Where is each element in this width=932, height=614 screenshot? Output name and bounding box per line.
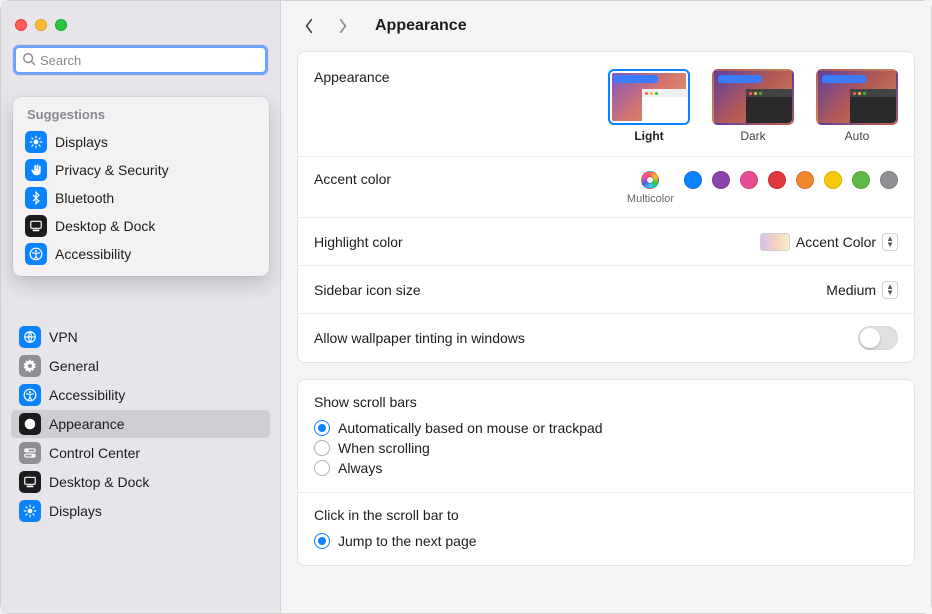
sidebar-icon-size-select[interactable]: Medium ▲▼	[826, 281, 898, 299]
sidebar-item-label: VPN	[49, 329, 78, 345]
suggestion-item-bluetooth[interactable]: Bluetooth	[17, 184, 265, 212]
close-window-button[interactable]	[15, 19, 27, 31]
zoom-window-button[interactable]	[55, 19, 67, 31]
suggestion-label: Bluetooth	[55, 190, 114, 206]
scroll-panel: Show scroll bars Automatically based on …	[297, 379, 915, 566]
appearance-option-dark[interactable]: Dark	[712, 69, 794, 143]
switches-icon	[19, 442, 41, 464]
radio-icon	[314, 533, 330, 549]
window-controls	[1, 11, 280, 45]
radio-icon	[314, 460, 330, 476]
sidebar-item-accessibility[interactable]: Accessibility	[11, 381, 270, 409]
appearance-label: Appearance	[314, 55, 484, 85]
hand-icon	[25, 159, 47, 181]
radio-label: Jump to the next page	[338, 533, 477, 549]
search-icon	[22, 52, 36, 69]
chevron-updown-icon: ▲▼	[882, 281, 898, 299]
suggestion-item-desktop-dock[interactable]: Desktop & Dock	[17, 212, 265, 240]
gear-icon	[19, 355, 41, 377]
accent-swatch-red[interactable]	[768, 171, 786, 189]
search-input-container[interactable]	[13, 45, 268, 75]
accessibility-icon	[19, 384, 41, 406]
radio-icon	[314, 420, 330, 436]
suggestion-item-privacy-security[interactable]: Privacy & Security	[17, 156, 265, 184]
radio-option[interactable]: Jump to the next page	[314, 531, 898, 551]
suggestion-label: Displays	[55, 134, 108, 150]
search-suggestions-popover: Suggestions Displays Privacy & Security Bl…	[13, 97, 269, 276]
dock-icon	[19, 471, 41, 493]
radio-option[interactable]: Automatically based on mouse or trackpad	[314, 418, 898, 438]
appearance-option-light[interactable]: Light	[608, 69, 690, 143]
sidebar-item-desktop-dock[interactable]: Desktop & Dock	[11, 468, 270, 496]
accent-swatch-purple[interactable]	[712, 171, 730, 189]
highlight-color-select[interactable]: Accent Color ▲▼	[760, 233, 898, 251]
appearance-option-label: Light	[634, 129, 663, 143]
suggestion-label: Privacy & Security	[55, 162, 169, 178]
appearance-option-label: Auto	[845, 129, 870, 143]
accent-swatch-yellow[interactable]	[824, 171, 842, 189]
sidebar-item-appearance[interactable]: Appearance	[11, 410, 270, 438]
sidebar-item-control-center[interactable]: Control Center	[11, 439, 270, 467]
minimize-window-button[interactable]	[35, 19, 47, 31]
titlebar: Appearance	[281, 1, 931, 51]
radio-label: When scrolling	[338, 440, 430, 456]
suggestion-item-accessibility[interactable]: Accessibility	[17, 240, 265, 268]
sidebar-item-vpn[interactable]: VPN	[11, 323, 270, 351]
appearance-panel: Appearance Light Dark Auto Accent color Mu…	[297, 51, 915, 363]
globe-icon	[19, 326, 41, 348]
dock-icon	[25, 215, 47, 237]
suggestion-label: Desktop & Dock	[55, 218, 155, 234]
accent-swatch-orange[interactable]	[796, 171, 814, 189]
suggestion-item-displays[interactable]: Displays	[17, 128, 265, 156]
sun-icon	[25, 131, 47, 153]
appearance-option-label: Dark	[740, 129, 765, 143]
sidebar-icon-size-value: Medium	[826, 282, 876, 298]
bluetooth-icon	[25, 187, 47, 209]
radio-label: Automatically based on mouse or trackpad	[338, 420, 603, 436]
highlight-swatch-icon	[760, 233, 790, 251]
click-scrollbar-label: Click in the scroll bar to	[314, 507, 898, 523]
accent-swatch-multicolor[interactable]	[641, 171, 659, 189]
highlight-color-label: Highlight color	[314, 234, 484, 250]
search-input[interactable]	[40, 53, 259, 68]
radio-option[interactable]: When scrolling	[314, 438, 898, 458]
sidebar-item-label: Accessibility	[49, 387, 125, 403]
nav-forward-button[interactable]	[333, 16, 353, 36]
sidebar-item-label: Appearance	[49, 416, 125, 432]
accent-selected-label: Multicolor	[627, 193, 674, 205]
suggestion-label: Accessibility	[55, 246, 131, 262]
page-title: Appearance	[375, 17, 467, 35]
sidebar: Suggestions Displays Privacy & Security Bl…	[1, 1, 281, 613]
sidebar-item-general[interactable]: General	[11, 352, 270, 380]
sidebar-item-label: Displays	[49, 503, 102, 519]
nav-back-button[interactable]	[299, 16, 319, 36]
accent-swatch-blue[interactable]	[684, 171, 702, 189]
accent-swatch-graphite[interactable]	[880, 171, 898, 189]
highlight-color-value: Accent Color	[796, 234, 876, 250]
suggestions-header: Suggestions	[17, 105, 265, 128]
accent-swatch-pink[interactable]	[740, 171, 758, 189]
appearance-icon	[19, 413, 41, 435]
accent-swatch-green[interactable]	[852, 171, 870, 189]
accent-color-label: Accent color	[314, 171, 484, 187]
accessibility-icon	[25, 243, 47, 265]
sidebar-item-label: General	[49, 358, 99, 374]
appearance-option-auto[interactable]: Auto	[816, 69, 898, 143]
wallpaper-tint-label: Allow wallpaper tinting in windows	[314, 330, 858, 346]
sidebar-item-label: Desktop & Dock	[49, 474, 149, 490]
wallpaper-tint-toggle[interactable]	[858, 326, 898, 350]
sun-icon	[19, 500, 41, 522]
sidebar-icon-size-label: Sidebar icon size	[314, 282, 484, 298]
radio-option[interactable]: Always	[314, 458, 898, 478]
chevron-updown-icon: ▲▼	[882, 233, 898, 251]
radio-icon	[314, 440, 330, 456]
sidebar-item-label: Control Center	[49, 445, 140, 461]
sidebar-item-displays[interactable]: Displays	[11, 497, 270, 525]
radio-label: Always	[338, 460, 382, 476]
scrollbars-label: Show scroll bars	[314, 394, 898, 410]
